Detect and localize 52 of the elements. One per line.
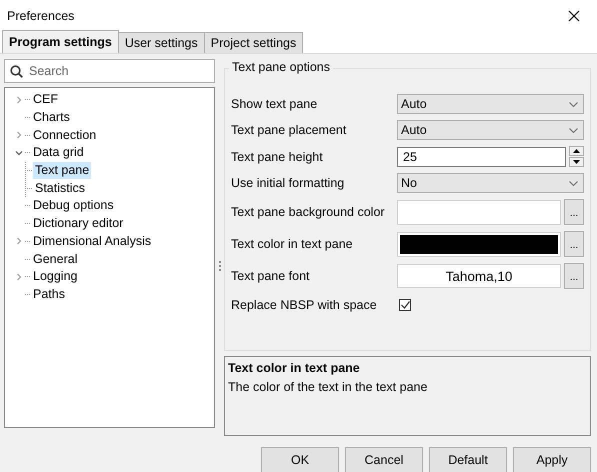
dialog-button[interactable]: OK	[261, 447, 339, 472]
browse-button[interactable]: ...	[564, 199, 584, 226]
dialog-button[interactable]: Default	[429, 447, 507, 472]
tree-item[interactable]: Dimensional Analysis	[31, 232, 154, 250]
up-triangle-icon	[573, 149, 580, 154]
setting-label: Show text pane	[231, 97, 318, 112]
close-icon	[568, 10, 580, 22]
tree-item[interactable]: Paths	[31, 286, 67, 303]
window-title: Preferences	[7, 8, 74, 22]
tree-item[interactable]: General	[31, 250, 80, 268]
number-field[interactable]: 25	[397, 146, 566, 167]
setting-label: Replace NBSP with space	[231, 298, 378, 312]
down-triangle-icon	[573, 160, 580, 164]
tree-item[interactable]: Data grid	[31, 144, 86, 162]
tab[interactable]: Project settings	[204, 32, 304, 53]
setting-label: Text color in text pane	[231, 237, 354, 252]
tab[interactable]: User settings	[118, 32, 205, 53]
search-field[interactable]: Search	[4, 59, 215, 83]
tree-item[interactable]: Logging	[31, 268, 80, 286]
browse-button[interactable]: ...	[564, 231, 584, 258]
checkbox[interactable]	[399, 299, 411, 312]
color-field[interactable]	[397, 232, 561, 257]
description-text: The color of the text in the text pane	[228, 380, 428, 394]
setting-label: Text pane font	[231, 269, 311, 284]
tab[interactable]: Program settings	[2, 30, 119, 53]
setting-label: Text pane background color	[231, 205, 386, 220]
font-field[interactable]: Tahoma,10	[397, 264, 561, 288]
dropdown[interactable]: Auto	[397, 120, 584, 140]
tree-item[interactable]: Statistics	[33, 180, 88, 197]
spin-down-button[interactable]	[569, 157, 584, 168]
tree-item[interactable]: Debug options	[31, 197, 116, 214]
browse-button[interactable]: ...	[564, 263, 584, 290]
dropdown[interactable]: No	[397, 173, 584, 194]
dropdown[interactable]: Auto	[397, 94, 584, 114]
chevron-down-icon	[569, 128, 578, 133]
tree-item[interactable]: CEF	[31, 91, 60, 108]
tree-item[interactable]: Charts	[31, 109, 72, 126]
setting-label: Use initial formatting	[231, 176, 346, 190]
color-field[interactable]	[397, 200, 561, 225]
description-title: Text color in text pane	[228, 361, 360, 375]
tree-item[interactable]: Connection	[31, 126, 98, 144]
setting-label: Text pane placement	[231, 123, 348, 138]
checkmark-icon	[400, 301, 410, 310]
tree-item[interactable]: Text pane	[33, 162, 92, 180]
spin-up-button[interactable]	[569, 146, 584, 156]
tree-item[interactable]: Dictionary editor	[31, 215, 126, 232]
chevron-down-icon	[569, 180, 578, 186]
dialog-button[interactable]: Cancel	[345, 447, 423, 472]
setting-label: Text pane height	[231, 150, 324, 164]
group-title: Text pane options	[229, 60, 333, 74]
dialog-button[interactable]: Apply	[513, 447, 591, 472]
chevron-down-icon	[569, 102, 578, 107]
